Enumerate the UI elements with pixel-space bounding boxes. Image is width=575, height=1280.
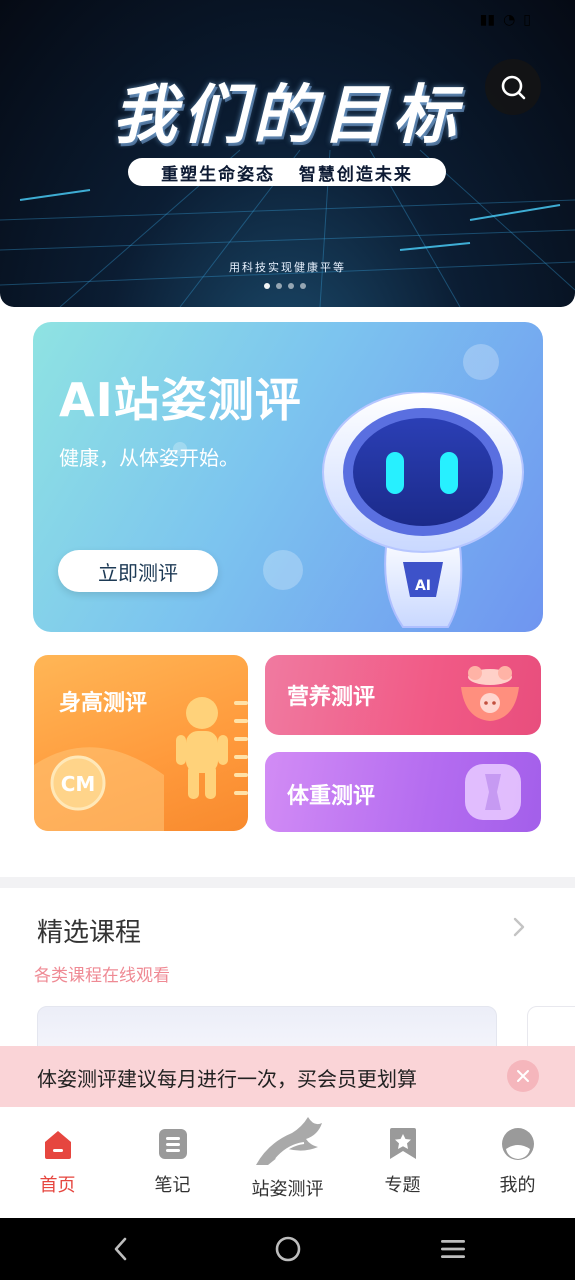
decor-bubble bbox=[463, 344, 499, 380]
menu-lines-icon bbox=[441, 1240, 465, 1258]
search-icon bbox=[501, 75, 526, 100]
robot-mascot-icon: AI bbox=[322, 392, 524, 628]
banner-slogan: 重塑生命姿态 智慧创造未来 bbox=[128, 158, 446, 186]
carousel-dot[interactable] bbox=[276, 283, 282, 289]
profile-icon bbox=[501, 1128, 534, 1160]
chevron-right-icon bbox=[513, 917, 525, 937]
tab-posture[interactable]: 站姿测评 bbox=[230, 1107, 345, 1218]
system-navigation-bar bbox=[0, 1218, 575, 1280]
section-divider bbox=[0, 877, 575, 888]
cm-badge-text: CM bbox=[61, 772, 96, 796]
tab-notes[interactable]: 笔记 bbox=[115, 1107, 230, 1218]
close-icon bbox=[517, 1070, 529, 1082]
notice-text: 体姿测评建议每月进行一次，买会员更划算 bbox=[37, 1067, 417, 1091]
home-system-button[interactable] bbox=[273, 1234, 303, 1264]
robot-badge-text: AI bbox=[415, 578, 431, 594]
tab-profile-label: 我的 bbox=[499, 1175, 536, 1196]
battery-icon: ▯ bbox=[523, 12, 531, 28]
recent-apps-button[interactable] bbox=[438, 1234, 468, 1264]
bookmark-icon bbox=[389, 1128, 416, 1159]
nutrition-bowl-icon bbox=[461, 666, 519, 721]
start-assessment-button[interactable]: 立即测评 bbox=[58, 550, 218, 592]
search-button[interactable] bbox=[485, 59, 541, 115]
tab-topics-label: 专题 bbox=[384, 1175, 421, 1196]
carousel-indicator[interactable] bbox=[264, 283, 306, 289]
courses-more-button[interactable] bbox=[510, 914, 528, 944]
weight-body-icon bbox=[465, 764, 521, 820]
tab-posture-label: 站姿测评 bbox=[251, 1179, 324, 1200]
hero-banner[interactable]: ▮▮ ◔ ▯ 我们的目标 重塑生命姿态 智慧创造未来 用科技实现健康平等 bbox=[0, 0, 575, 307]
decor-bubble bbox=[263, 550, 303, 590]
wifi-icon: ◔ bbox=[503, 12, 516, 28]
posture-logo-icon bbox=[255, 1117, 322, 1165]
tab-topics[interactable]: 专题 bbox=[345, 1107, 460, 1218]
back-arrow-icon bbox=[114, 1237, 127, 1261]
nutrition-card-label: 营养测评 bbox=[287, 685, 376, 710]
notice-close-button[interactable] bbox=[507, 1060, 539, 1092]
ai-card-title: AI站姿测评 bbox=[59, 373, 302, 427]
courses-section-subtitle: 各类课程在线观看 bbox=[34, 966, 170, 986]
home-icon bbox=[44, 1131, 71, 1159]
status-bar-icons: ▮▮ ◔ ▯ bbox=[480, 12, 531, 28]
signal-icon: ▮▮ bbox=[479, 12, 496, 28]
tab-profile[interactable]: 我的 bbox=[460, 1107, 575, 1218]
carousel-dot[interactable] bbox=[300, 283, 306, 289]
carousel-dot[interactable] bbox=[288, 283, 294, 289]
tab-home[interactable]: 首页 bbox=[0, 1107, 115, 1218]
ai-posture-card[interactable]: AI站姿测评 健康，从体姿开始。 立即测评 AI bbox=[33, 322, 543, 632]
nutrition-assessment-card[interactable]: 营养测评 bbox=[265, 655, 541, 735]
bottom-tab-bar: 首页 笔记 站姿测评 专题 我的 bbox=[0, 1107, 575, 1218]
membership-notice[interactable]: 体姿测评建议每月进行一次，买会员更划算 bbox=[0, 1046, 575, 1107]
tab-notes-label: 笔记 bbox=[154, 1175, 191, 1196]
circle-home-icon bbox=[275, 1236, 301, 1262]
ai-card-subtitle: 健康，从体姿开始。 bbox=[59, 446, 239, 470]
back-button[interactable] bbox=[106, 1234, 136, 1264]
height-assessment-card[interactable]: 身高测评 CM bbox=[34, 655, 248, 831]
courses-section-title: 精选课程 bbox=[37, 918, 142, 948]
tab-home-label: 首页 bbox=[39, 1175, 76, 1196]
weight-assessment-card[interactable]: 体重测评 bbox=[265, 752, 541, 832]
carousel-dot[interactable] bbox=[264, 283, 270, 289]
banner-subtitle: 用科技实现健康平等 bbox=[229, 261, 346, 274]
notes-icon bbox=[158, 1129, 187, 1159]
height-illustration-icon: CM bbox=[34, 697, 248, 831]
weight-card-label: 体重测评 bbox=[287, 784, 376, 809]
